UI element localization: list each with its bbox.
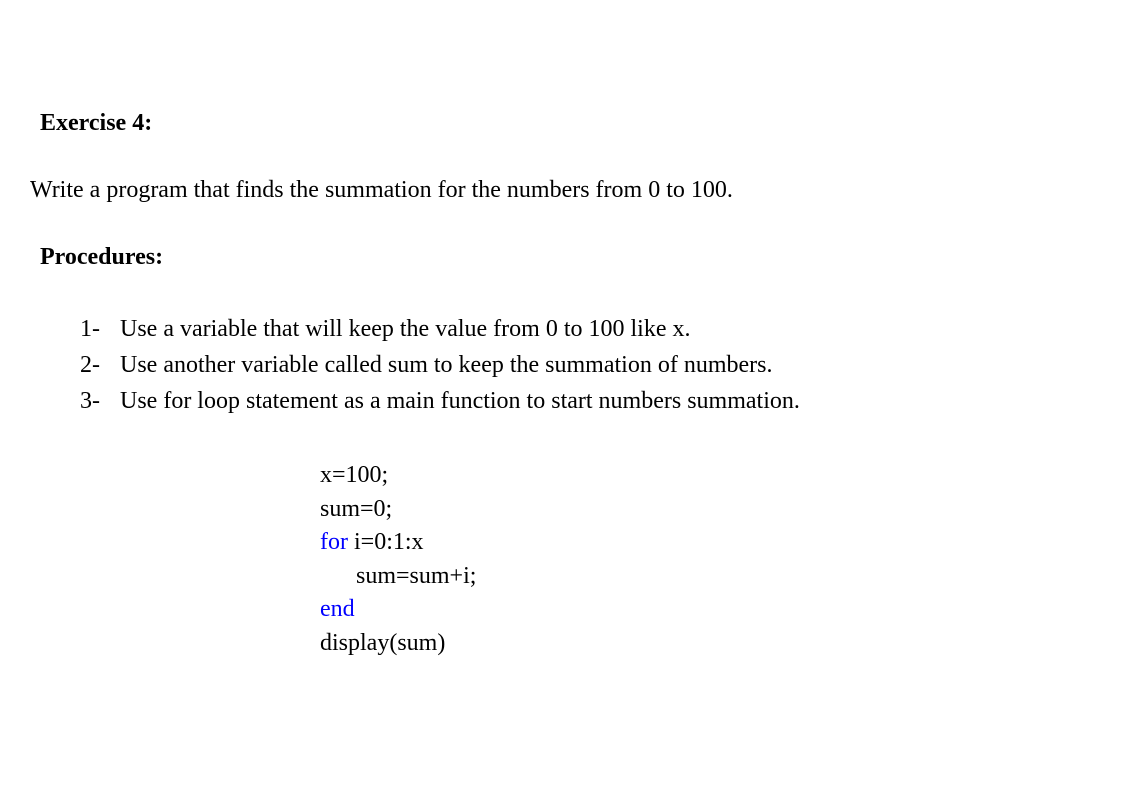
document-content: Exercise 4: Write a program that finds t…: [0, 0, 1125, 701]
procedure-item: 2- Use another variable called sum to ke…: [80, 347, 1085, 383]
code-line: sum=sum+i;: [320, 560, 1085, 594]
code-line: display(sum): [320, 627, 1085, 661]
procedure-text: Use for loop statement as a main functio…: [120, 383, 800, 419]
code-line: sum=0;: [320, 493, 1085, 527]
code-text: sum=sum+i;: [356, 563, 476, 589]
procedures-list: 1- Use a variable that will keep the val…: [80, 311, 1085, 419]
procedure-text: Use a variable that will keep the value …: [120, 311, 691, 347]
procedure-text: Use another variable called sum to keep …: [120, 347, 772, 383]
code-line: end: [320, 593, 1085, 627]
procedures-heading: Procedures:: [40, 244, 1085, 271]
code-line: x=100;: [320, 459, 1085, 493]
procedure-number: 3-: [80, 383, 120, 419]
procedure-number: 1-: [80, 311, 120, 347]
procedure-item: 1- Use a variable that will keep the val…: [80, 311, 1085, 347]
exercise-heading: Exercise 4:: [40, 110, 1085, 137]
code-block: x=100; sum=0; for i=0:1:x sum=sum+i; end…: [320, 459, 1085, 661]
code-line: for i=0:1:x: [320, 526, 1085, 560]
procedure-item: 3- Use for loop statement as a main func…: [80, 383, 1085, 419]
procedure-number: 2-: [80, 347, 120, 383]
code-keyword: end: [320, 596, 355, 622]
code-text: i=0:1:x: [348, 529, 424, 555]
code-keyword: for: [320, 529, 348, 555]
exercise-description: Write a program that finds the summation…: [30, 177, 1085, 204]
